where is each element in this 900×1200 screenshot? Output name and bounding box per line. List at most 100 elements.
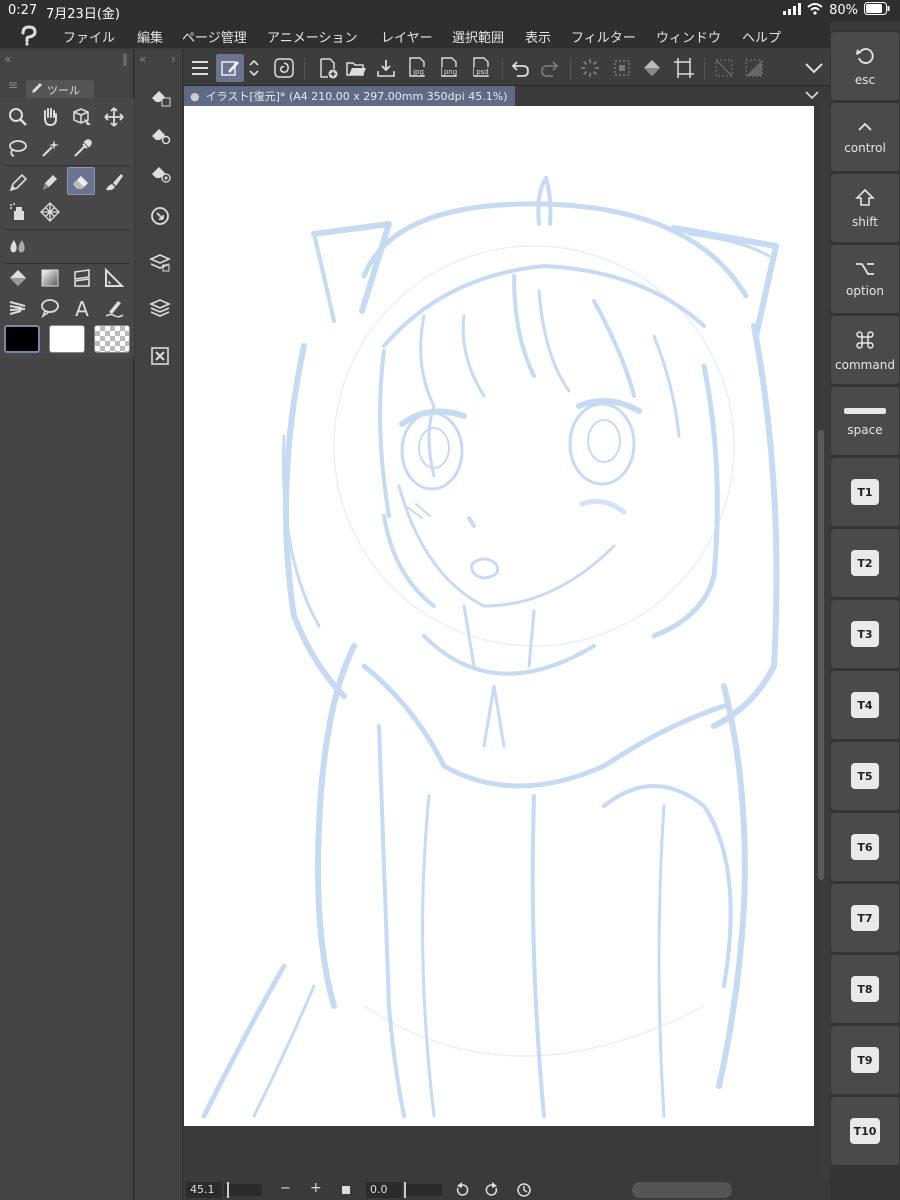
hand-tool-icon[interactable]: [36, 103, 64, 131]
menu-view[interactable]: 表示: [525, 27, 551, 46]
main-color-swatch[interactable]: [4, 325, 40, 353]
space-key[interactable]: space: [831, 387, 899, 455]
app-logo-icon[interactable]: [18, 24, 40, 46]
new-file-icon[interactable]: [314, 54, 342, 82]
pencil-tool-icon[interactable]: [36, 168, 64, 196]
blend-tool-icon[interactable]: [4, 232, 32, 260]
gradient-tool-icon[interactable]: [36, 264, 64, 292]
t10-key[interactable]: T10: [831, 1097, 899, 1165]
edit-mode-icon[interactable]: [216, 54, 244, 82]
fill-tool-icon[interactable]: [4, 264, 32, 292]
zoom-tool-icon[interactable]: [4, 103, 32, 131]
rotation-slider[interactable]: [404, 1182, 442, 1198]
deselect-icon[interactable]: [710, 54, 738, 82]
eraser-target-icon[interactable]: [146, 158, 174, 186]
chevron-down-icon[interactable]: [804, 87, 820, 107]
t7-key[interactable]: T7: [831, 884, 899, 952]
ruler-tool-icon[interactable]: [100, 264, 128, 292]
clear-layer-icon[interactable]: [146, 342, 174, 370]
menu-help[interactable]: ヘルプ: [742, 27, 781, 46]
export-png-icon[interactable]: png: [436, 54, 464, 82]
undo-icon[interactable]: [506, 54, 534, 82]
move-tool-icon[interactable]: [100, 103, 128, 131]
menu-filter[interactable]: フィルター: [571, 27, 636, 46]
eraser-settings-icon[interactable]: [146, 120, 174, 148]
invert-selection-icon[interactable]: [740, 54, 768, 82]
decoration-tool-icon[interactable]: [36, 198, 64, 226]
quick-access-icon[interactable]: [270, 54, 298, 82]
eraser-tool-icon[interactable]: [67, 167, 95, 195]
shift-key[interactable]: shift: [831, 174, 899, 242]
collapse-left-icon[interactable]: «: [4, 52, 11, 66]
expand-right-icon[interactable]: ›: [171, 52, 176, 66]
eyedropper-tool-icon[interactable]: [68, 134, 96, 162]
canvas-tab[interactable]: ● イラスト[復元]* (A4 210.00 x 297.00mm 350dpi…: [184, 86, 516, 106]
navigator-icon[interactable]: [146, 202, 174, 230]
balloon-tool-icon[interactable]: [36, 294, 64, 322]
lasso-tool-icon[interactable]: [4, 134, 32, 162]
t9-key[interactable]: T9: [831, 1026, 899, 1094]
t1-key[interactable]: T1: [831, 458, 899, 526]
pen-tool-icon[interactable]: [4, 168, 32, 196]
esc-key[interactable]: esc: [831, 32, 899, 100]
transparent-color-swatch[interactable]: [94, 325, 130, 353]
rotate-left-icon[interactable]: [454, 1182, 470, 1200]
zoom-in-button[interactable]: +: [310, 1180, 322, 1196]
zoom-value[interactable]: 45.1: [186, 1182, 222, 1198]
t5-key[interactable]: T5: [831, 742, 899, 810]
canvas-bottom-bar: 45.1 − + 0.0: [184, 1180, 830, 1200]
zoom-out-button[interactable]: −: [280, 1181, 291, 1196]
option-key[interactable]: option: [831, 245, 899, 313]
canvas-vertical-scrollbar[interactable]: [818, 430, 824, 880]
redo-icon[interactable]: [536, 54, 564, 82]
expand-toggle-icon[interactable]: [244, 54, 264, 82]
transform-icon[interactable]: [670, 54, 698, 82]
menu-window[interactable]: ウィンドウ: [656, 27, 721, 46]
t4-key[interactable]: T4: [831, 671, 899, 739]
loading-spinner-icon[interactable]: [576, 54, 604, 82]
t6-key[interactable]: T6: [831, 813, 899, 881]
airbrush-tool-icon[interactable]: [4, 198, 32, 226]
save-icon[interactable]: [372, 54, 400, 82]
reset-rotation-icon[interactable]: [516, 1182, 532, 1200]
magic-wand-tool-icon[interactable]: [36, 134, 64, 162]
t3-key[interactable]: T3: [831, 600, 899, 668]
collapse-left-icon[interactable]: «: [139, 52, 146, 66]
menu-selection[interactable]: 選択範囲: [452, 27, 504, 46]
export-psd-icon[interactable]: psd: [468, 54, 496, 82]
menu-page-management[interactable]: ページ管理: [182, 27, 247, 46]
rotation-value[interactable]: 0.0: [366, 1182, 402, 1198]
command-key[interactable]: command: [831, 316, 899, 384]
panel-menu-icon[interactable]: ≡: [8, 78, 18, 92]
correct-line-tool-icon[interactable]: [100, 294, 128, 322]
speed-line-tool-icon[interactable]: [4, 294, 32, 322]
open-folder-icon[interactable]: [342, 54, 370, 82]
panel-grip-icon[interactable]: ‖: [122, 52, 128, 66]
frame-tool-icon[interactable]: [68, 264, 96, 292]
menu-layer[interactable]: レイヤー: [381, 27, 433, 46]
text-tool-icon[interactable]: A: [68, 294, 96, 322]
menu-edit[interactable]: 編集: [137, 27, 163, 46]
layers-icon[interactable]: [146, 294, 174, 322]
t8-key[interactable]: T8: [831, 955, 899, 1023]
canvas-paper[interactable]: [184, 106, 814, 1126]
menu-animation[interactable]: アニメーション: [267, 27, 357, 46]
tab-tools[interactable]: ツール: [26, 80, 94, 99]
select-all-icon[interactable]: [608, 54, 636, 82]
control-key[interactable]: control: [831, 103, 899, 171]
hamburger-menu-icon[interactable]: [186, 54, 214, 82]
fit-view-icon[interactable]: [342, 1186, 350, 1194]
object-tool-icon[interactable]: [68, 103, 96, 131]
layer-property-icon[interactable]: [146, 248, 174, 276]
fill-selection-icon[interactable]: [638, 54, 666, 82]
chevron-down-icon[interactable]: [800, 54, 828, 82]
sub-color-swatch[interactable]: [49, 325, 85, 353]
eraser-layer-icon[interactable]: [146, 82, 174, 110]
horizontal-scrollbar[interactable]: [632, 1182, 732, 1198]
brush-tool-icon[interactable]: [100, 168, 128, 196]
menu-file[interactable]: ファイル: [63, 27, 115, 46]
export-jpg-icon[interactable]: jpg: [404, 54, 432, 82]
t2-key[interactable]: T2: [831, 529, 899, 597]
rotate-right-icon[interactable]: [484, 1182, 500, 1200]
zoom-slider[interactable]: [224, 1182, 262, 1198]
